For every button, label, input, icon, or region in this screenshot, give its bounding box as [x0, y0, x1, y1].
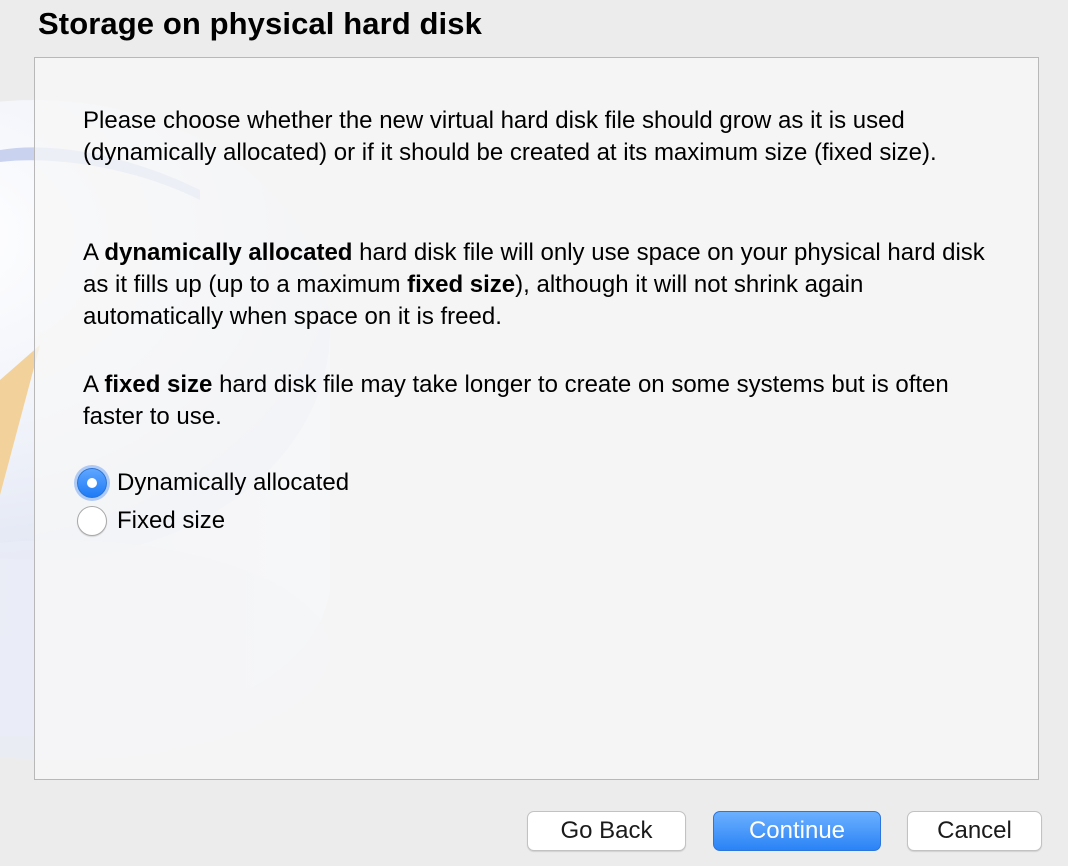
- dynamic-description-paragraph: A dynamically allocated hard disk file w…: [83, 237, 1003, 333]
- option-label[interactable]: Dynamically allocated: [117, 468, 349, 498]
- radio-button-selected[interactable]: [77, 468, 107, 498]
- option-fixed-size[interactable]: Fixed size: [77, 504, 225, 538]
- radio-dot-icon: [87, 478, 97, 488]
- radio-button-unselected[interactable]: [77, 506, 107, 536]
- fixed-description-paragraph: A fixed size hard disk file may take lon…: [83, 369, 1003, 433]
- bold-term-dynamically-allocated: dynamically allocated: [104, 239, 353, 266]
- content-panel: Please choose whether the new virtual ha…: [34, 57, 1039, 780]
- cancel-button[interactable]: Cancel: [907, 811, 1042, 851]
- intro-paragraph: Please choose whether the new virtual ha…: [83, 107, 937, 166]
- dialog-window: Storage on physical hard disk Please cho…: [0, 0, 1068, 866]
- bold-term-fixed-size: fixed size: [104, 371, 213, 398]
- go-back-button[interactable]: Go Back: [527, 811, 686, 851]
- continue-button[interactable]: Continue: [713, 811, 881, 851]
- text-segment: hard disk file may take longer to create…: [83, 371, 949, 430]
- bold-term-fixed-size: fixed size: [407, 271, 516, 298]
- text-segment: A: [83, 371, 105, 398]
- option-dynamically-allocated[interactable]: Dynamically allocated: [77, 466, 349, 500]
- text-segment: A: [83, 239, 105, 266]
- page-title: Storage on physical hard disk: [38, 6, 482, 41]
- option-label[interactable]: Fixed size: [117, 506, 225, 536]
